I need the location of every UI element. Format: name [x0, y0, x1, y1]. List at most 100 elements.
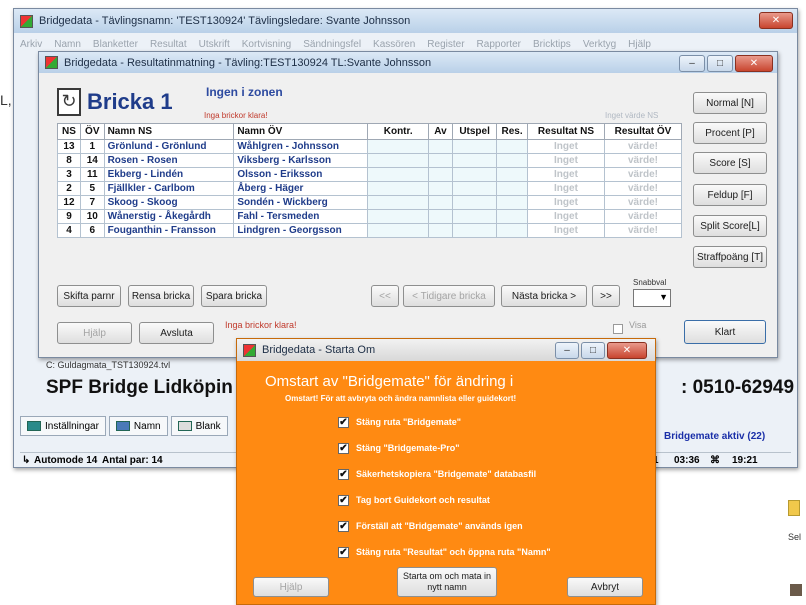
- help-button[interactable]: Hjälp: [57, 322, 132, 344]
- option-close-bridgemate-pro[interactable]: ✔ Stäng "Bridgemate-Pro": [338, 441, 460, 455]
- dialog-close-button[interactable]: ✕: [607, 342, 647, 359]
- col-contract: Kontr.: [367, 123, 429, 140]
- option-close-results-open-names[interactable]: ✔ Stäng ruta "Resultat" och öppna ruta "…: [338, 545, 551, 559]
- cell-contract[interactable]: [367, 209, 429, 224]
- feldup-button[interactable]: Feldup [F]: [693, 184, 767, 206]
- table-row[interactable]: 3 11 Ekberg - Lindén Olsson - Eriksson Inget…: [57, 167, 683, 182]
- done-button[interactable]: Klart: [684, 320, 766, 344]
- cell-name-ov: Viksberg - Karlsson: [233, 153, 369, 168]
- cell-lead[interactable]: [452, 209, 498, 224]
- cell-result[interactable]: [496, 139, 528, 154]
- table-row[interactable]: 4 6 Fouganthin - Fransson Lindgren - Georgs…: [57, 223, 683, 238]
- cell-by[interactable]: [427, 209, 454, 224]
- cell-by[interactable]: [427, 153, 454, 168]
- menu-item[interactable]: Rapporter: [477, 39, 521, 50]
- cell-result[interactable]: [496, 181, 528, 196]
- cell-lead[interactable]: [452, 153, 498, 168]
- cell-contract[interactable]: [367, 153, 429, 168]
- show-checkbox[interactable]: [613, 324, 623, 334]
- bricka-refresh-icon: ↻: [57, 88, 81, 116]
- option-prepare-bridgemate[interactable]: ✔ Förställ att "Bridgemate" används igen: [338, 519, 523, 533]
- cell-lead[interactable]: [452, 223, 498, 238]
- option-close-bridgemate[interactable]: ✔ Stäng ruta "Bridgemate": [338, 415, 461, 429]
- dialog-cancel-button[interactable]: Avbryt: [567, 577, 643, 597]
- cell-lead[interactable]: [452, 167, 498, 182]
- menu-item[interactable]: Utskrift: [199, 39, 230, 50]
- save-board-button[interactable]: Spara bricka: [201, 285, 267, 307]
- cell-result[interactable]: [496, 223, 528, 238]
- cell-lead[interactable]: [452, 139, 498, 154]
- option-backup-database[interactable]: ✔ Säkerhetskopiera "Bridgemate" databasf…: [338, 467, 536, 481]
- cell-contract[interactable]: [367, 195, 429, 210]
- normal-button[interactable]: Normal [N]: [693, 92, 767, 114]
- previous-board-button[interactable]: < Tidigare bricka: [403, 285, 495, 307]
- dialog-help-button[interactable]: Hjälp: [253, 577, 329, 597]
- tray-icon[interactable]: [790, 584, 802, 596]
- table-row[interactable]: 2 5 Fjällkler - Carlbom Åberg - Häger Inget v…: [57, 181, 683, 196]
- cell-contract[interactable]: [367, 167, 429, 182]
- dialog-minimize-button[interactable]: –: [555, 342, 579, 359]
- dialog-maximize-button[interactable]: □: [581, 342, 605, 359]
- cell-result-ov: värde!: [603, 153, 683, 168]
- tab-forms[interactable]: Blank: [170, 416, 228, 436]
- tab-names[interactable]: Namn: [108, 416, 168, 436]
- menu-item[interactable]: Hjälp: [628, 39, 651, 50]
- cell-by[interactable]: [427, 195, 454, 210]
- clear-board-button[interactable]: Rensa bricka: [128, 285, 194, 307]
- menu-item[interactable]: Kassören: [373, 39, 415, 50]
- menu-item[interactable]: Resultat: [150, 39, 187, 50]
- cell-by[interactable]: [427, 223, 454, 238]
- cell-by[interactable]: [427, 167, 454, 182]
- checkbox-checked-icon[interactable]: ✔: [338, 468, 349, 480]
- cell-name-ns: Ekberg - Lindén: [103, 167, 235, 182]
- cell-contract[interactable]: [367, 181, 429, 196]
- results-close-button[interactable]: ✕: [735, 55, 773, 72]
- results-maximize-button[interactable]: □: [707, 55, 733, 72]
- folder-icon[interactable]: [788, 500, 800, 516]
- table-row[interactable]: 9 10 Wånerstig - Åkegårdh Fahl - Tersmeden I…: [57, 209, 683, 224]
- tab-settings[interactable]: Inställningar: [20, 416, 106, 436]
- score-button[interactable]: Score [S]: [693, 152, 767, 174]
- table-row[interactable]: 12 7 Skoog - Skoog Sondén - Wickberg Inget vä…: [57, 195, 683, 210]
- menu-item[interactable]: Sändningsfel: [303, 39, 361, 50]
- cell-name-ov: Wåhlgren - Johnsson: [233, 139, 369, 154]
- cell-result[interactable]: [496, 195, 528, 210]
- menu-item[interactable]: Namn: [54, 39, 81, 50]
- menu-item[interactable]: Verktyg: [583, 39, 616, 50]
- checkbox-checked-icon[interactable]: ✔: [338, 520, 349, 532]
- cell-result[interactable]: [496, 209, 528, 224]
- cell-result[interactable]: [496, 167, 528, 182]
- checkbox-checked-icon[interactable]: ✔: [338, 416, 349, 428]
- split-score-button[interactable]: Split Score[L]: [693, 215, 767, 237]
- menu-item[interactable]: Arkiv: [20, 39, 42, 50]
- checkbox-checked-icon[interactable]: ✔: [338, 442, 349, 454]
- cell-by[interactable]: [427, 139, 454, 154]
- cell-lead[interactable]: [452, 181, 498, 196]
- next-board-button[interactable]: Nästa bricka >: [501, 285, 587, 307]
- quick-select-label: Snabbval: [633, 278, 667, 287]
- last-board-button[interactable]: >>: [592, 285, 620, 307]
- cell-contract[interactable]: [367, 139, 429, 154]
- quick-select-dropdown[interactable]: ▼: [633, 289, 671, 307]
- first-board-button[interactable]: <<: [371, 285, 399, 307]
- main-close-button[interactable]: ✕: [759, 12, 793, 29]
- exit-button[interactable]: Avsluta: [139, 322, 214, 344]
- cell-lead[interactable]: [452, 195, 498, 210]
- swap-pairs-button[interactable]: Skifta parnr: [57, 285, 121, 307]
- table-row[interactable]: 13 1 Grönlund - Grönlund Wåhlgren - Johnsso…: [57, 139, 683, 154]
- cell-contract[interactable]: [367, 223, 429, 238]
- menu-item[interactable]: Blanketter: [93, 39, 138, 50]
- option-remove-guidecards[interactable]: ✔ Tag bort Guidekort och resultat: [338, 493, 490, 507]
- results-minimize-button[interactable]: –: [679, 55, 705, 72]
- cell-by[interactable]: [427, 181, 454, 196]
- cell-result[interactable]: [496, 153, 528, 168]
- restart-new-name-button[interactable]: Starta om och mata in nytt namn: [397, 567, 497, 597]
- menu-item[interactable]: Kortvisning: [242, 39, 291, 50]
- table-row[interactable]: 8 14 Rosen - Rosen Viksberg - Karlsson Inget…: [57, 153, 683, 168]
- checkbox-checked-icon[interactable]: ✔: [338, 494, 349, 506]
- penalty-points-button[interactable]: Straffpoäng [T]: [693, 246, 767, 268]
- checkbox-checked-icon[interactable]: ✔: [338, 546, 349, 558]
- percent-button[interactable]: Procent [P]: [693, 122, 767, 144]
- menu-item[interactable]: Bricktips: [533, 39, 571, 50]
- menu-item[interactable]: Register: [427, 39, 464, 50]
